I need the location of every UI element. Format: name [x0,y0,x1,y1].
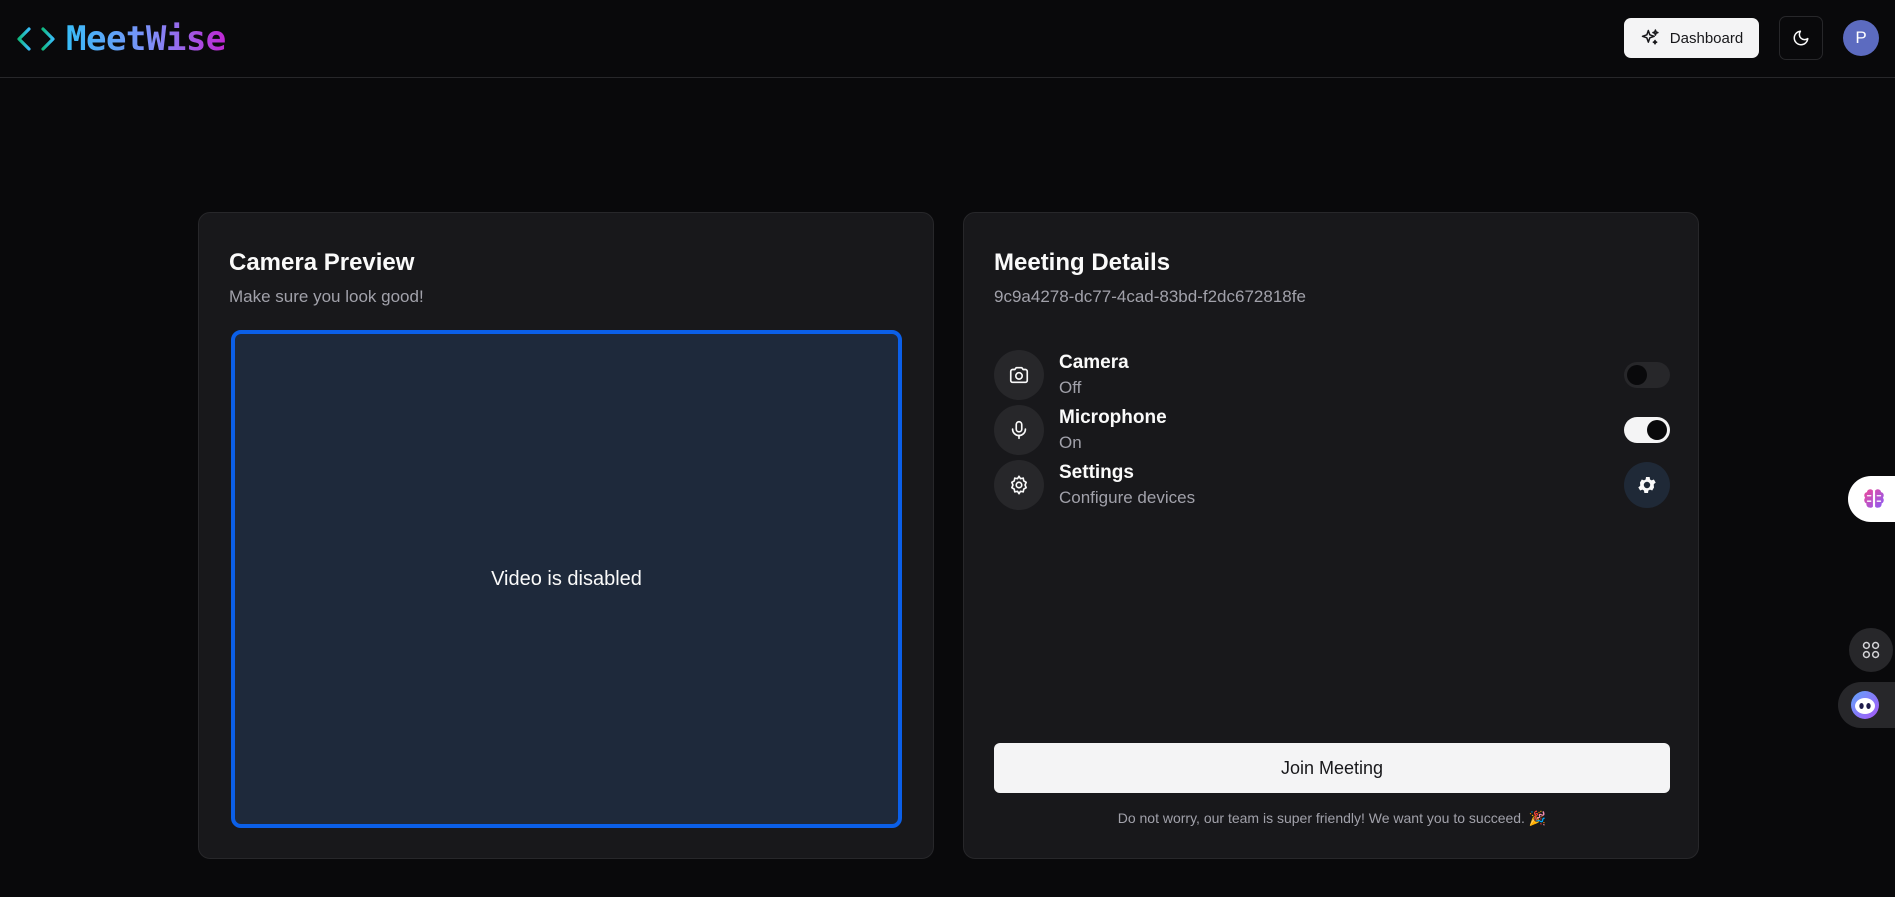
camera-row: Camera Off [994,350,1670,402]
dashboard-button[interactable]: Dashboard [1624,18,1759,58]
video-status-text: Video is disabled [491,567,642,590]
code-brackets-icon [17,27,55,51]
microphone-icon-wrap [994,405,1044,455]
camera-preview-title: Camera Preview [229,249,415,276]
camera-preview-card: Camera Preview Make sure you look good! … [198,212,934,859]
apps-grid-button[interactable] [1849,628,1893,672]
encouragement-note: Do not worry, our team is super friendly… [1117,810,1547,826]
camera-status: Off [1059,378,1082,397]
camera-toggle-knob [1627,365,1647,385]
dashboard-label: Dashboard [1669,29,1744,47]
settings-status: Configure devices [1059,488,1196,507]
chatbot-tab[interactable] [1838,682,1895,728]
camera-preview-subtitle: Make sure you look good! [229,287,424,306]
settings-row: Settings Configure devices [994,460,1670,512]
microphone-label: Microphone [1059,407,1167,428]
brain-icon [1864,489,1884,508]
settings-icon-wrap [994,460,1044,510]
microphone-status: On [1059,433,1082,452]
bot-face-icon [1851,691,1879,719]
camera-label: Camera [1059,352,1129,373]
meeting-details-title: Meeting Details [994,249,1171,276]
camera-icon-wrap [994,350,1044,400]
camera-toggle[interactable] [1624,362,1670,388]
grid-icon [1862,641,1880,659]
sparkles-icon [1641,29,1659,45]
video-preview: Video is disabled [231,330,902,828]
gear-icon [1638,477,1656,493]
meeting-details-card: Meeting Details 9c9a4278-dc77-4cad-83bd-… [963,212,1699,859]
meeting-id: 9c9a4278-dc77-4cad-83bd-f2dc672818fe [994,287,1306,306]
microphone-toggle[interactable] [1624,417,1670,443]
microphone-toggle-knob [1647,420,1667,440]
camera-icon [1009,366,1029,384]
settings-label: Settings [1059,462,1134,483]
top-navbar: MeetWise Dashboard P [0,0,1895,78]
microphone-row: Microphone On [994,405,1670,457]
theme-toggle-button[interactable] [1779,16,1823,60]
device-settings-button[interactable] [1624,462,1670,508]
app-name: MeetWise [66,19,226,59]
user-avatar[interactable]: P [1843,20,1879,56]
join-meeting-button[interactable]: Join Meeting [994,743,1670,793]
app-logo[interactable]: MeetWise [16,18,226,60]
ai-assistant-tab[interactable] [1848,476,1895,522]
moon-icon [1793,30,1809,46]
settings-icon [1011,475,1027,495]
microphone-icon [1011,420,1027,440]
